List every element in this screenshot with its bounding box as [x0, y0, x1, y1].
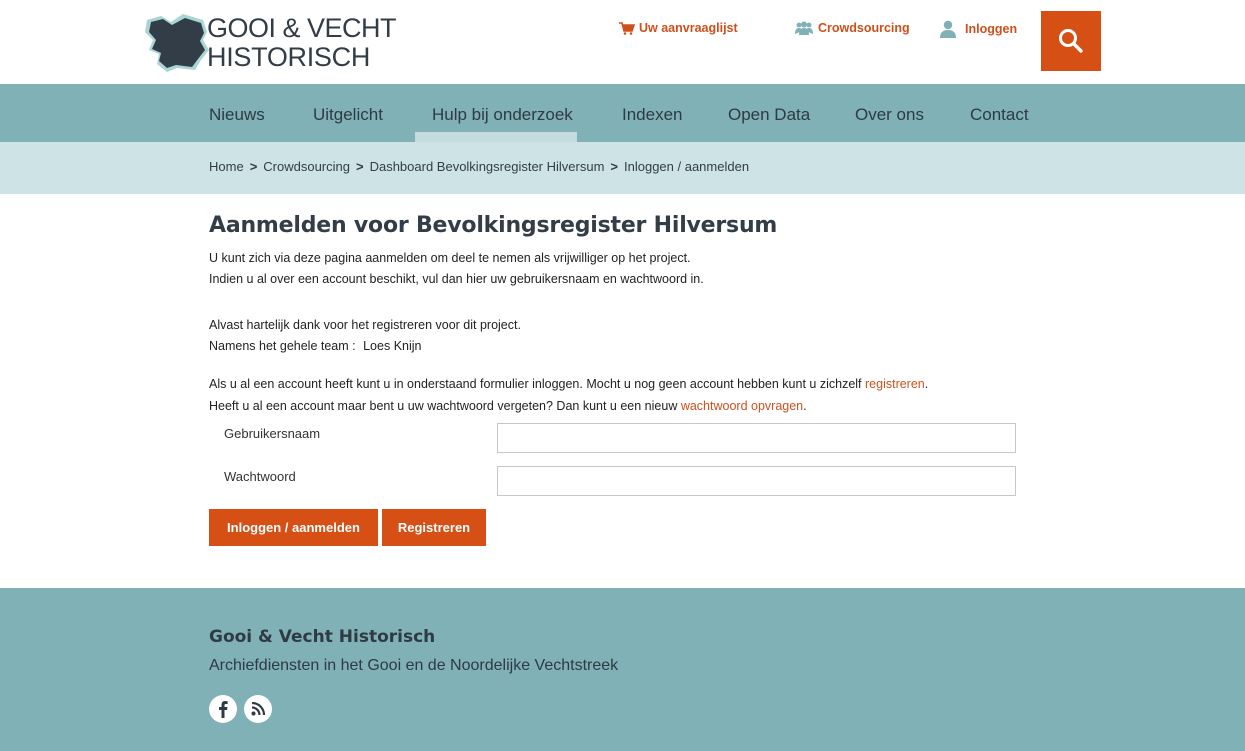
facebook-icon: [219, 701, 228, 718]
breadcrumb-dashboard[interactable]: Dashboard Bevolkingsregister Hilversum: [370, 159, 605, 174]
team-text: Namens het gehele team : Loes Knijn: [209, 339, 421, 353]
password-field[interactable]: [497, 466, 1016, 496]
crowdsourcing-link[interactable]: Crowdsourcing: [794, 21, 910, 35]
intro-text-2: Indien u al over een account beschikt, v…: [209, 272, 704, 286]
breadcrumb-separator: >: [249, 159, 258, 174]
breadcrumb-separator: >: [610, 159, 618, 174]
people-icon: [795, 21, 813, 35]
forgot-a: Heeft u al een account maar bent u uw wa…: [209, 399, 681, 413]
request-list-label: Uw aanvraaglijst: [639, 21, 738, 35]
login-button[interactable]: Inloggen / aanmelden: [209, 509, 378, 546]
search-icon: [1059, 29, 1083, 53]
site-header: GOOI & VECHT HISTORISCH Uw aanvraaglijst…: [0, 0, 1245, 84]
request-password-link[interactable]: wachtwoord opvragen: [681, 399, 803, 413]
cart-icon: [619, 21, 635, 35]
page-title: Aanmelden voor Bevolkingsregister Hilver…: [209, 213, 778, 238]
forgot-password-text: Heeft u al een account maar bent u uw wa…: [209, 399, 807, 413]
nav-active-indicator: [415, 132, 577, 142]
team-name: Loes Knijn: [363, 339, 422, 353]
site-logo[interactable]: GOOI & VECHT HISTORISCH: [143, 10, 403, 74]
nav-item-open-data[interactable]: Open Data: [728, 105, 810, 125]
user-icon: [940, 20, 956, 38]
main-nav: Nieuws Uitgelicht Hulp bij onderzoek Ind…: [0, 84, 1245, 142]
breadcrumb-crowdsourcing[interactable]: Crowdsourcing: [263, 159, 350, 174]
login-info-b: .: [924, 377, 929, 391]
team-prefix: Namens het gehele team :: [209, 339, 356, 353]
register-button[interactable]: Registreren: [382, 509, 486, 546]
logo-line2: HISTORISCH: [207, 42, 371, 72]
nav-item-uitgelicht[interactable]: Uitgelicht: [313, 105, 383, 125]
login-info-text: Als u al een account heeft kunt u in ond…: [209, 377, 928, 391]
intro-text-1: U kunt zich via deze pagina aanmelden om…: [209, 251, 691, 265]
nav-item-contact[interactable]: Contact: [970, 105, 1029, 125]
nav-item-over-ons[interactable]: Over ons: [855, 105, 924, 125]
site-footer: Gooi & Vecht Historisch Archiefdiensten …: [0, 588, 1245, 751]
thanks-text: Alvast hartelijk dank voor het registrer…: [209, 318, 521, 332]
rss-button[interactable]: [244, 695, 272, 723]
username-field[interactable]: [497, 423, 1016, 453]
login-label: Inloggen: [965, 22, 1018, 36]
breadcrumb-home[interactable]: Home: [209, 159, 244, 174]
password-label: Wachtwoord: [224, 469, 296, 484]
forgot-b: .: [803, 399, 807, 413]
logo-line1: GOOI & VECHT: [207, 13, 397, 43]
nav-item-indexen[interactable]: Indexen: [622, 105, 683, 125]
request-list-link[interactable]: Uw aanvraaglijst: [619, 21, 738, 35]
footer-title: Gooi & Vecht Historisch: [209, 627, 436, 647]
facebook-button[interactable]: [209, 695, 237, 723]
crowdsourcing-label: Crowdsourcing: [818, 21, 910, 35]
login-info-a: Als u al een account heeft kunt u in ond…: [209, 377, 865, 391]
username-label: Gebruikersnaam: [224, 426, 321, 441]
search-button[interactable]: [1041, 11, 1101, 71]
breadcrumb: Home > Crowdsourcing > Dashboard Bevolkingsr…: [0, 142, 1245, 194]
logo-map-icon: [145, 14, 209, 72]
footer-subtitle: Archiefdiensten in het Gooi en de Noorde…: [209, 657, 619, 674]
register-link[interactable]: registreren: [865, 377, 925, 391]
rss-icon: [251, 702, 265, 716]
breadcrumb-current: Inloggen / aanmelden: [624, 159, 750, 174]
breadcrumb-separator: >: [355, 159, 364, 174]
nav-item-hulp-bij-onderzoek[interactable]: Hulp bij onderzoek: [432, 105, 573, 125]
login-link[interactable]: Inloggen: [939, 20, 1017, 38]
nav-item-nieuws[interactable]: Nieuws: [209, 105, 265, 125]
